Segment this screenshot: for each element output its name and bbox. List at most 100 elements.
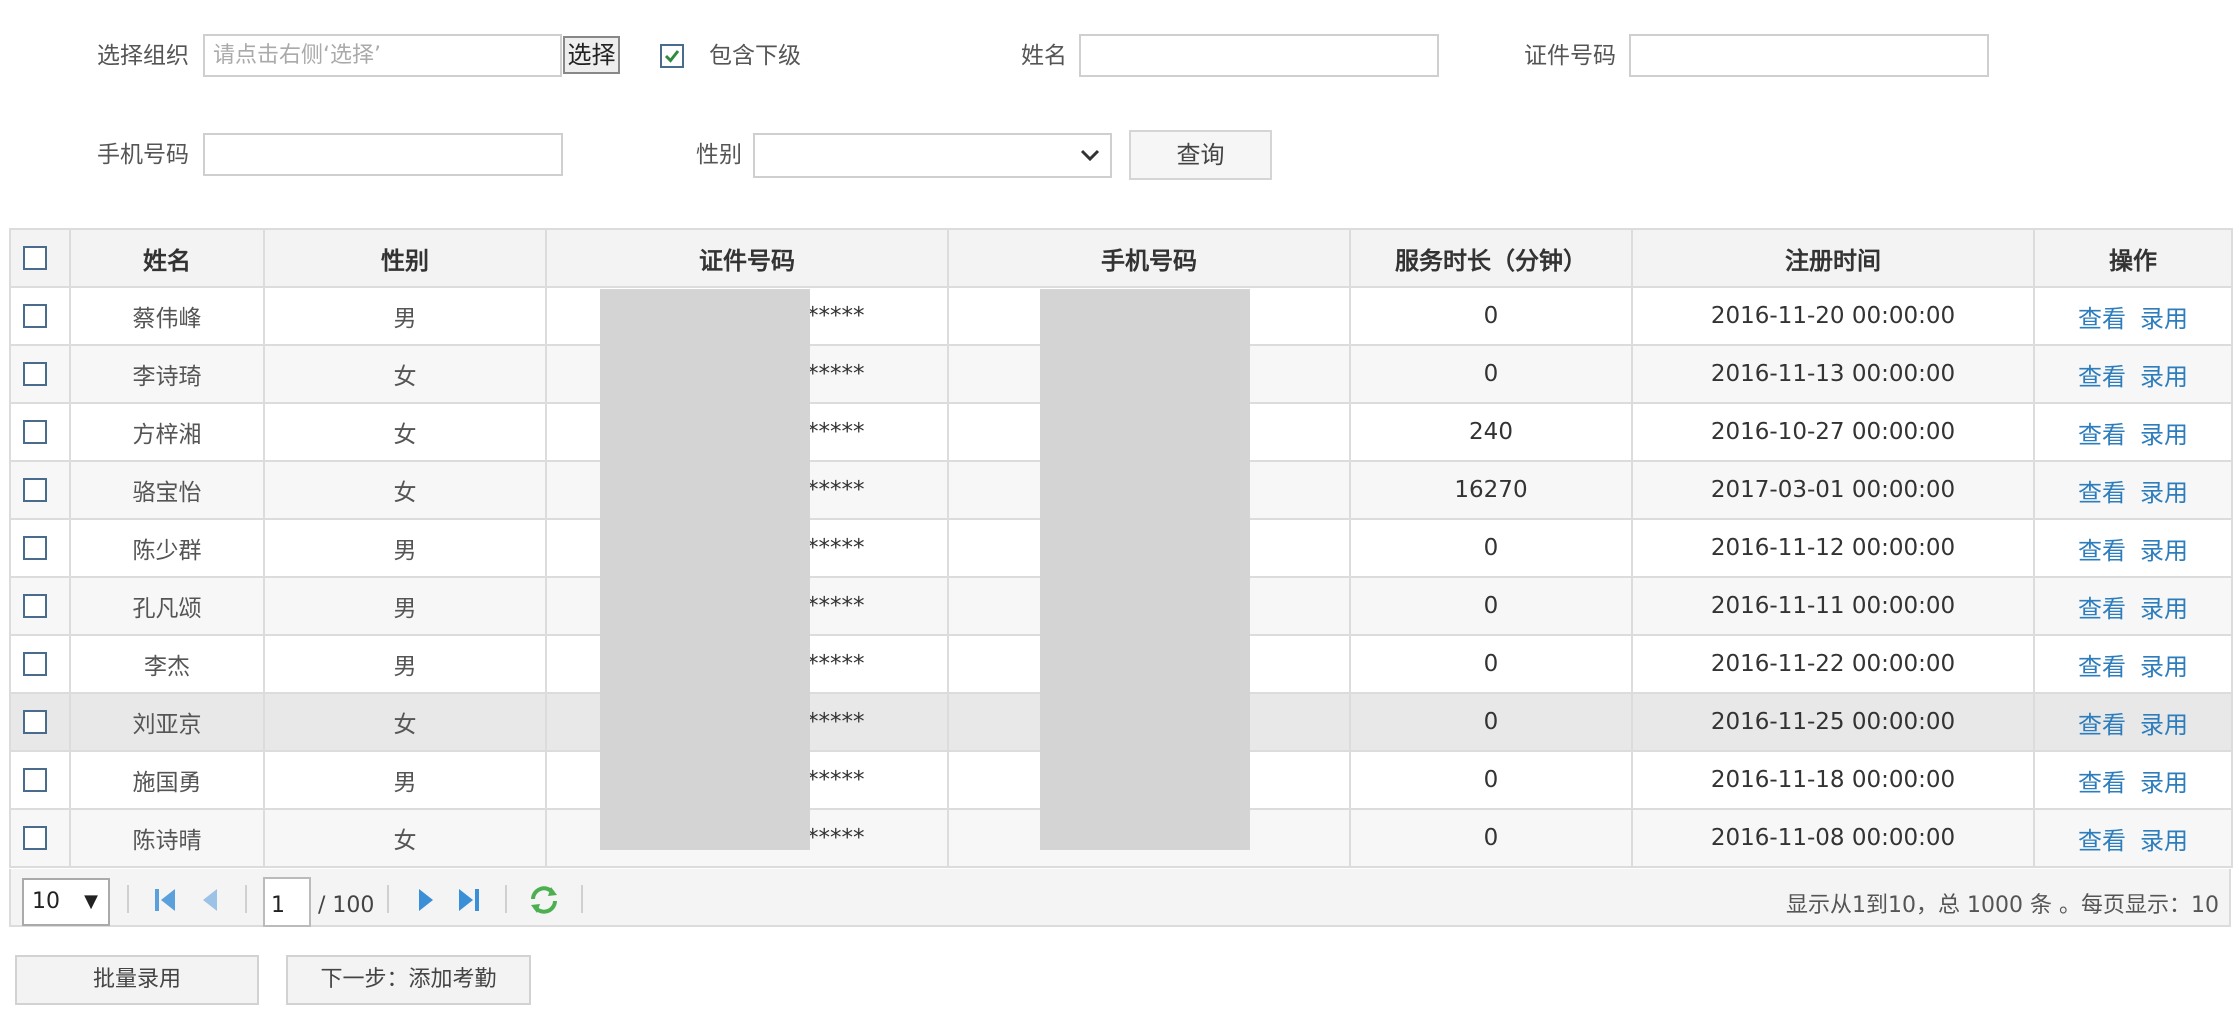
row-checkbox-cell xyxy=(9,344,71,404)
page-size-value: 10 xyxy=(32,889,60,914)
header-duration[interactable]: 服务时长（分钟） xyxy=(1349,228,1633,288)
hire-link[interactable]: 录用 xyxy=(2140,305,2188,333)
header-id[interactable]: 证件号码 xyxy=(545,228,949,288)
separator xyxy=(387,885,389,913)
cell-name: 施国勇 xyxy=(69,750,265,810)
view-link[interactable]: 查看 xyxy=(2078,421,2126,449)
redaction-block-id xyxy=(600,289,810,850)
header-name[interactable]: 姓名 xyxy=(69,228,265,288)
header-actions: 操作 xyxy=(2033,228,2233,288)
hire-link[interactable]: 录用 xyxy=(2140,595,2188,623)
separator xyxy=(505,885,507,913)
view-link[interactable]: 查看 xyxy=(2078,363,2126,391)
view-link[interactable]: 查看 xyxy=(2078,305,2126,333)
hire-link[interactable]: 录用 xyxy=(2140,653,2188,681)
view-link[interactable]: 查看 xyxy=(2078,653,2126,681)
batch-hire-button[interactable]: 批量录用 xyxy=(15,955,259,1005)
row-checkbox[interactable] xyxy=(23,594,47,618)
row-checkbox-cell xyxy=(9,750,71,810)
cell-duration: 16270 xyxy=(1349,460,1633,520)
row-checkbox-cell xyxy=(9,692,71,752)
hire-link[interactable]: 录用 xyxy=(2140,421,2188,449)
cell-duration: 0 xyxy=(1349,808,1633,868)
row-checkbox-cell xyxy=(9,518,71,578)
cell-actions: 查看 录用 xyxy=(2033,692,2233,752)
gender-label: 性别 xyxy=(696,142,742,168)
cell-name: 陈少群 xyxy=(69,518,265,578)
page-size-select[interactable]: 10 ▼ xyxy=(22,878,110,926)
next-step-button[interactable]: 下一步：添加考勤 xyxy=(286,955,531,1005)
row-checkbox[interactable] xyxy=(23,304,47,328)
row-checkbox[interactable] xyxy=(23,710,47,734)
cell-gender: 男 xyxy=(263,634,547,694)
pagination-bar: 10 ▼ 1 / 100 显示从1到10，总 1000 条 。每页显示：10 xyxy=(9,869,2231,927)
cell-name: 陈诗晴 xyxy=(69,808,265,868)
hire-link[interactable]: 录用 xyxy=(2140,363,2188,391)
cell-duration: 0 xyxy=(1349,576,1633,636)
header-gender[interactable]: 性别 xyxy=(263,228,547,288)
name-input[interactable] xyxy=(1079,34,1439,77)
query-button[interactable]: 查询 xyxy=(1129,130,1272,180)
cell-gender: 女 xyxy=(263,692,547,752)
row-checkbox[interactable] xyxy=(23,478,47,502)
row-checkbox[interactable] xyxy=(23,652,47,676)
choose-org-button[interactable]: 选择 xyxy=(563,36,620,74)
row-checkbox[interactable] xyxy=(23,536,47,560)
cell-duration: 0 xyxy=(1349,286,1633,346)
redaction-block-phone xyxy=(1040,289,1250,850)
cell-actions: 查看 录用 xyxy=(2033,286,2233,346)
view-link[interactable]: 查看 xyxy=(2078,595,2126,623)
view-link[interactable]: 查看 xyxy=(2078,537,2126,565)
cell-actions: 查看 录用 xyxy=(2033,344,2233,404)
hire-link[interactable]: 录用 xyxy=(2140,537,2188,565)
row-checkbox[interactable] xyxy=(23,420,47,444)
table-header-row: 姓名 性别 证件号码 手机号码 服务时长（分钟） 注册时间 操作 xyxy=(9,228,2233,288)
select-all-cell xyxy=(9,228,71,288)
org-input[interactable] xyxy=(203,34,562,77)
separator xyxy=(581,885,583,913)
cell-registered: 2017-03-01 00:00:00 xyxy=(1631,460,2035,520)
view-link[interactable]: 查看 xyxy=(2078,479,2126,507)
gender-select[interactable] xyxy=(753,133,1112,178)
view-link[interactable]: 查看 xyxy=(2078,769,2126,797)
id-label: 证件号码 xyxy=(1524,43,1616,69)
view-link[interactable]: 查看 xyxy=(2078,827,2126,855)
hire-link[interactable]: 录用 xyxy=(2140,827,2188,855)
header-phone[interactable]: 手机号码 xyxy=(947,228,1351,288)
prev-page-icon[interactable] xyxy=(199,887,221,913)
header-registered[interactable]: 注册时间 xyxy=(1631,228,2035,288)
hire-link[interactable]: 录用 xyxy=(2140,711,2188,739)
org-label: 选择组织 xyxy=(97,43,189,69)
cell-duration: 0 xyxy=(1349,634,1633,694)
cell-gender: 男 xyxy=(263,576,547,636)
cell-gender: 男 xyxy=(263,750,547,810)
cell-gender: 女 xyxy=(263,460,547,520)
first-page-icon[interactable] xyxy=(153,887,179,913)
chevron-down-icon xyxy=(1080,149,1100,162)
last-page-icon[interactable] xyxy=(455,887,481,913)
total-pages: / 100 xyxy=(318,893,375,918)
cell-registered: 2016-11-25 00:00:00 xyxy=(1631,692,2035,752)
phone-label: 手机号码 xyxy=(97,142,189,168)
cell-registered: 2016-11-11 00:00:00 xyxy=(1631,576,2035,636)
cell-duration: 0 xyxy=(1349,344,1633,404)
include-sub-checkbox[interactable] xyxy=(660,44,684,68)
cell-registered: 2016-11-13 00:00:00 xyxy=(1631,344,2035,404)
select-all-checkbox[interactable] xyxy=(23,246,47,270)
phone-input[interactable] xyxy=(203,133,563,176)
row-checkbox-cell xyxy=(9,460,71,520)
view-link[interactable]: 查看 xyxy=(2078,711,2126,739)
cell-gender: 女 xyxy=(263,344,547,404)
separator xyxy=(245,885,247,913)
refresh-icon[interactable] xyxy=(527,885,561,915)
row-checkbox[interactable] xyxy=(23,768,47,792)
next-page-icon[interactable] xyxy=(415,887,437,913)
id-input[interactable] xyxy=(1629,34,1989,77)
hire-link[interactable]: 录用 xyxy=(2140,479,2188,507)
row-checkbox[interactable] xyxy=(23,826,47,850)
row-checkbox[interactable] xyxy=(23,362,47,386)
current-page-input[interactable]: 1 xyxy=(263,877,311,927)
hire-link[interactable]: 录用 xyxy=(2140,769,2188,797)
row-checkbox-cell xyxy=(9,808,71,868)
row-checkbox-cell xyxy=(9,576,71,636)
